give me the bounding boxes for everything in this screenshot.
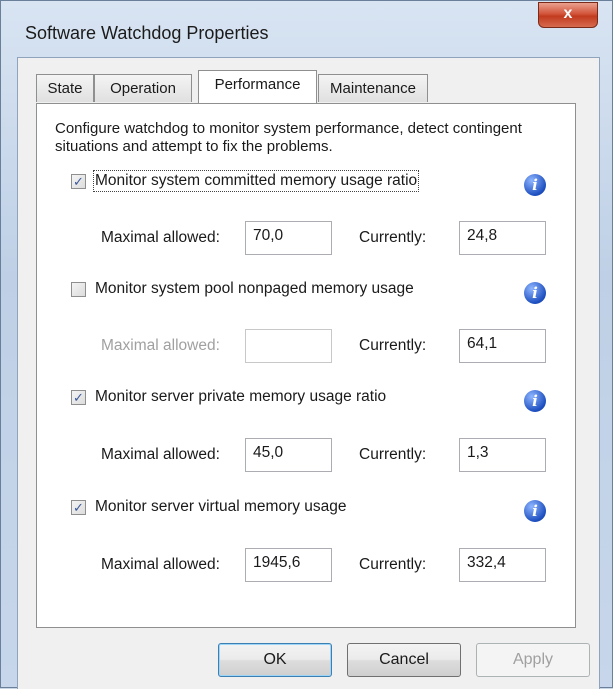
monitor-private-memory-checkbox[interactable]: ✓: [71, 390, 86, 405]
maximal-allowed-label: Maximal allowed:: [101, 229, 220, 246]
apply-button[interactable]: Apply: [476, 643, 590, 677]
monitor-virtual-memory-label: Monitor server virtual memory usage: [95, 498, 347, 515]
virtual-memory-current-field: 332,4: [459, 548, 546, 582]
virtual-memory-max-field[interactable]: 1945,6: [245, 548, 332, 582]
check-icon: ✓: [73, 174, 84, 189]
currently-label: Currently:: [359, 337, 427, 354]
monitor-committed-memory-label: Monitor system committed memory usage ra…: [92, 170, 420, 192]
nonpaged-memory-max-field: [245, 329, 332, 363]
info-icon[interactable]: i: [524, 282, 546, 304]
description-text: Configure watchdog to monitor system per…: [55, 120, 522, 155]
maximal-allowed-label: Maximal allowed:: [101, 337, 220, 354]
info-icon[interactable]: i: [524, 500, 546, 522]
currently-label: Currently:: [359, 446, 427, 463]
private-memory-max-field[interactable]: 45,0: [245, 438, 332, 472]
close-button[interactable]: x: [538, 2, 598, 28]
info-icon[interactable]: i: [524, 390, 546, 412]
cancel-button[interactable]: Cancel: [347, 643, 461, 677]
monitor-committed-memory-checkbox[interactable]: ✓: [71, 174, 86, 189]
window-title: Software Watchdog Properties: [25, 23, 269, 43]
nonpaged-memory-current-field: 64,1: [459, 329, 546, 363]
ok-button[interactable]: OK: [218, 643, 332, 677]
performance-panel: Configure watchdog to monitor system per…: [36, 103, 576, 628]
close-icon: x: [563, 5, 573, 22]
currently-label: Currently:: [359, 556, 427, 573]
committed-memory-current-field: 24,8: [459, 221, 546, 255]
monitor-virtual-memory-checkbox[interactable]: ✓: [71, 500, 86, 515]
dialog-window: Software Watchdog Properties x State Ope…: [0, 0, 613, 689]
committed-memory-max-field[interactable]: 70,0: [245, 221, 332, 255]
private-memory-current-field: 1,3: [459, 438, 546, 472]
monitor-nonpaged-memory-label: Monitor system pool nonpaged memory usag…: [95, 280, 414, 297]
check-icon: ✓: [73, 390, 84, 405]
check-icon: ✓: [73, 500, 84, 515]
currently-label: Currently:: [359, 229, 427, 246]
monitor-private-memory-label: Monitor server private memory usage rati…: [95, 388, 387, 405]
maximal-allowed-label: Maximal allowed:: [101, 556, 220, 573]
info-icon[interactable]: i: [524, 174, 546, 196]
maximal-allowed-label: Maximal allowed:: [101, 446, 220, 463]
tab-operation[interactable]: Operation: [94, 74, 192, 102]
tab-performance[interactable]: Performance: [198, 70, 317, 103]
monitor-nonpaged-memory-checkbox[interactable]: [71, 282, 86, 297]
dialog-client: State Operation Performance Maintenance …: [17, 57, 600, 689]
tab-state[interactable]: State: [36, 74, 94, 102]
tab-maintenance[interactable]: Maintenance: [318, 74, 428, 102]
